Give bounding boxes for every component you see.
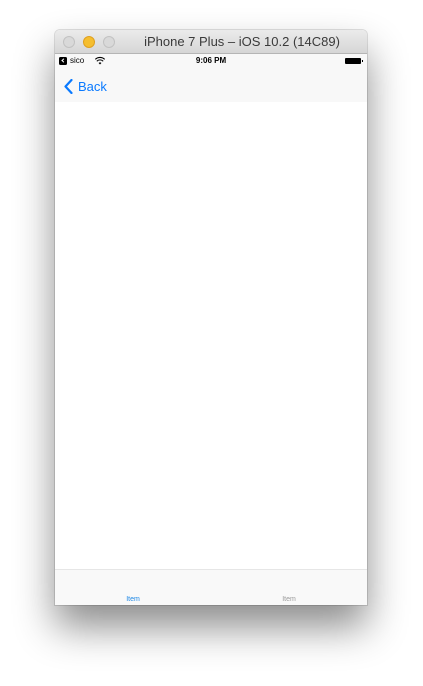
tab-bar: Item Item [55,569,367,605]
battery-icon [345,58,363,64]
back-button[interactable]: Back [64,77,107,95]
tab-item-1-label: Item [126,596,140,603]
main-content-area [55,102,367,569]
chevron-left-icon [64,78,73,94]
simulator-window: iPhone 7 Plus – iOS 10.2 (14C89) sico 9:… [55,30,367,605]
tab-item-1[interactable]: Item [55,570,211,605]
close-window-button[interactable] [63,36,75,48]
tab-item-2-label: Item [282,596,296,603]
status-time: 9:06 PM [195,56,227,65]
window-title: iPhone 7 Plus – iOS 10.2 (14C89) [144,34,340,49]
status-bar: sico 9:06 PM [55,54,367,68]
window-titlebar[interactable]: iPhone 7 Plus – iOS 10.2 (14C89) [55,30,367,54]
back-button-label: Back [78,78,107,94]
zoom-window-button[interactable] [103,36,115,48]
tab-item-2[interactable]: Item [211,570,367,605]
minimize-window-button[interactable] [83,36,95,48]
navigation-bar: Back [55,68,367,102]
device-screen: sico 9:06 PM Back Item Item [55,54,367,605]
